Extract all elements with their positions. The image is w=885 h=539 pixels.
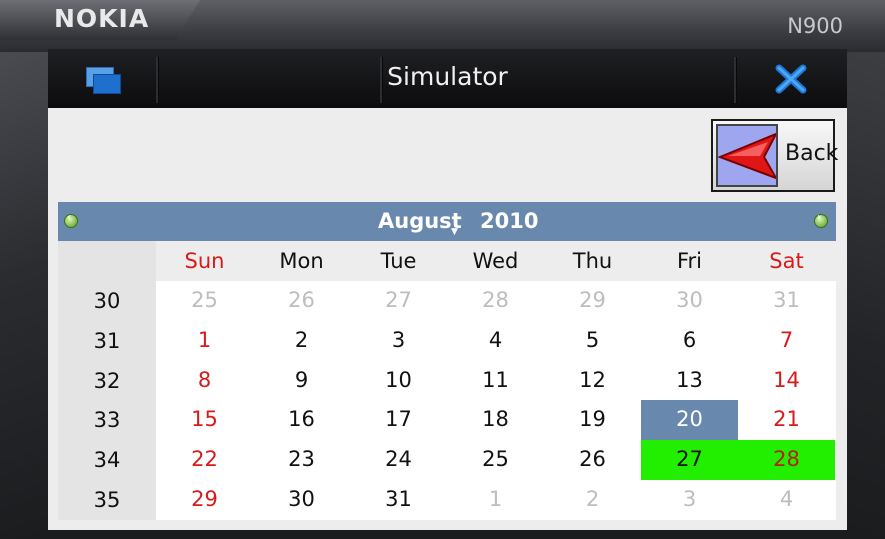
- calendar-day[interactable]: 4: [447, 321, 544, 361]
- weekday-header-wed: Wed: [472, 249, 519, 273]
- week-number: 35: [93, 488, 121, 512]
- week-number: 32: [93, 368, 121, 393]
- week-number: 30: [93, 289, 121, 313]
- calendar-day[interactable]: 4: [738, 480, 835, 520]
- calendar-day[interactable]: 1: [447, 480, 544, 520]
- device-model: N900: [787, 14, 843, 38]
- title-bar: Simulator: [48, 49, 847, 108]
- calendar-day[interactable]: 18: [447, 400, 544, 440]
- calendar-day[interactable]: 2: [253, 321, 350, 361]
- close-icon[interactable]: [774, 64, 808, 94]
- calendar-day[interactable]: 30: [253, 480, 350, 520]
- calendar-day[interactable]: 20: [641, 400, 738, 441]
- calendar-day[interactable]: 7: [738, 321, 835, 361]
- weekday-header-mon: Mon: [279, 249, 324, 273]
- calendar-grid: Sun Mon Tue Wed Thu Fri Sat 30 25 26 27 28 29 30 31 31 1…: [58, 241, 836, 520]
- week-number: 34: [93, 448, 121, 473]
- red-back-arrow-icon: [717, 132, 779, 180]
- device-brand: NOKIA: [54, 4, 150, 33]
- calendar-day[interactable]: 14: [738, 361, 835, 401]
- calendar-day[interactable]: 24: [350, 440, 447, 480]
- calendar-day[interactable]: 9: [253, 361, 350, 401]
- calendar-day[interactable]: 8: [156, 361, 253, 401]
- device-right-bezel: [847, 52, 885, 539]
- calendar-day[interactable]: 30: [641, 281, 738, 321]
- calendar-day[interactable]: 27: [641, 440, 738, 480]
- weekday-header-fri: Fri: [676, 249, 703, 273]
- calendar-day[interactable]: 16: [253, 400, 350, 440]
- calendar-day[interactable]: 31: [738, 281, 835, 321]
- calendar-day[interactable]: 21: [738, 400, 835, 440]
- calendar-day[interactable]: 10: [350, 361, 447, 401]
- window-title: Simulator: [387, 62, 508, 91]
- calendar-day[interactable]: 29: [156, 480, 253, 520]
- week-number: 33: [93, 408, 121, 433]
- device-top-bezel: NOKIA N900: [0, 0, 885, 52]
- month-selector[interactable]: August: [378, 209, 462, 233]
- calendar-day[interactable]: 25: [156, 281, 253, 321]
- calendar-header: ‹ August ▼ 2010 ›: [58, 202, 836, 241]
- calendar-day[interactable]: 3: [350, 321, 447, 361]
- back-arrow-frame: [716, 124, 779, 187]
- weekday-header-thu: Thu: [572, 249, 613, 273]
- prev-month-icon[interactable]: ‹: [64, 212, 78, 228]
- calendar-day[interactable]: 12: [544, 361, 641, 401]
- calendar-day[interactable]: 27: [350, 281, 447, 321]
- calendar-day[interactable]: 15: [156, 400, 253, 440]
- calendar-day[interactable]: 2: [544, 480, 641, 520]
- back-button[interactable]: Back: [711, 119, 839, 192]
- back-button-label: Back: [785, 141, 839, 166]
- next-month-icon[interactable]: ›: [814, 212, 828, 228]
- calendar-day[interactable]: 17: [350, 400, 447, 440]
- calendar-day[interactable]: 6: [641, 321, 738, 361]
- simulator-screen: Simulator Back ‹ August ▼ 2010 › Sun Mon T…: [48, 49, 847, 530]
- title-separator: [734, 57, 737, 103]
- calendar-day[interactable]: 29: [544, 281, 641, 321]
- calendar-day[interactable]: 11: [447, 361, 544, 401]
- calendar-day[interactable]: 25: [447, 440, 544, 480]
- calendar-day[interactable]: 28: [738, 440, 835, 480]
- calendar-day[interactable]: 23: [253, 440, 350, 480]
- calendar-day[interactable]: 3: [641, 480, 738, 520]
- year-label[interactable]: 2010: [480, 209, 538, 233]
- calendar-day[interactable]: 26: [253, 281, 350, 321]
- weekday-header-sun: Sun: [184, 249, 225, 273]
- calendar-day[interactable]: 1: [156, 321, 253, 361]
- calendar-day[interactable]: 26: [544, 440, 641, 480]
- calendar-day[interactable]: 5: [544, 321, 641, 361]
- weekday-header-sat: Sat: [769, 249, 804, 273]
- device-left-bezel: [0, 52, 48, 539]
- chevron-down-icon[interactable]: ▼: [451, 227, 458, 237]
- calendar-day[interactable]: 22: [156, 440, 253, 480]
- week-number: 31: [93, 328, 121, 353]
- calendar-day[interactable]: 13: [641, 361, 738, 401]
- calendar-day[interactable]: 28: [447, 281, 544, 321]
- calendar-day[interactable]: 31: [350, 480, 447, 520]
- weekday-header-tue: Tue: [380, 249, 417, 273]
- calendar-day[interactable]: 19: [544, 400, 641, 440]
